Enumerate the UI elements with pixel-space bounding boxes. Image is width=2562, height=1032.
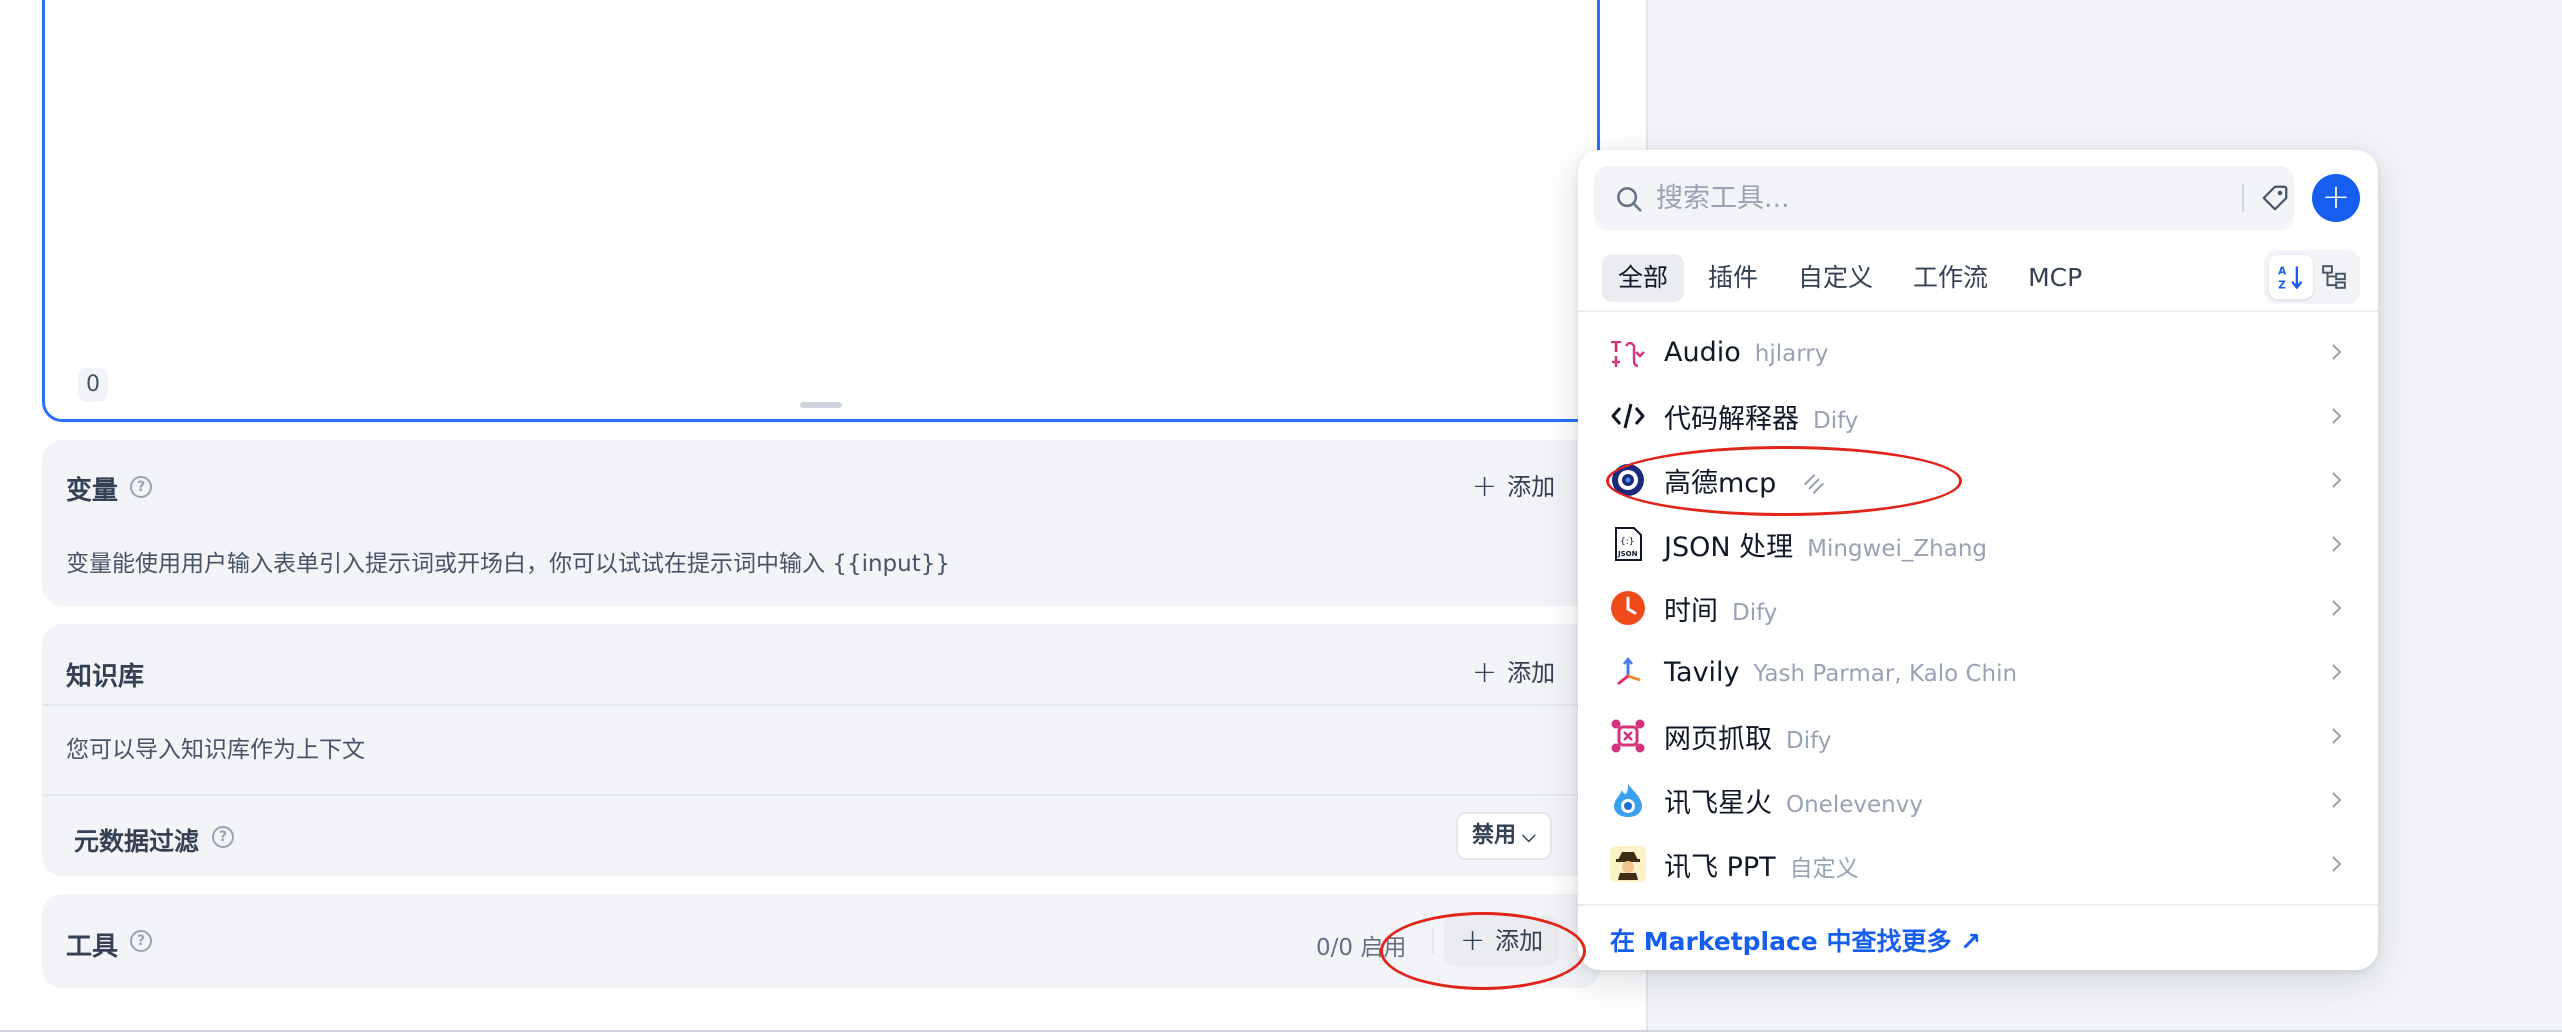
svg-text:T: T: [1611, 338, 1622, 356]
chevron-right-icon: [2332, 472, 2342, 488]
chevron-right-icon: [2332, 792, 2342, 808]
clock-icon: [1611, 591, 1645, 625]
tool-author: 自定义: [1789, 855, 1859, 882]
add-label: 添加: [1507, 659, 1556, 687]
svg-text:JSON: JSON: [1617, 550, 1638, 558]
tab-workflow[interactable]: 工作流: [1897, 254, 2004, 302]
tab-custom[interactable]: 自定义: [1782, 254, 1889, 302]
search-icon: [1617, 187, 1642, 212]
divider: [42, 704, 1600, 706]
divider: [1578, 904, 2378, 906]
tool-author: Dify: [1813, 407, 1859, 434]
tool-search-input[interactable]: [1656, 174, 2176, 222]
chevron-down-icon: ⌵: [1522, 826, 1536, 847]
variables-title: 变量: [66, 476, 119, 506]
tool-item[interactable]: 时间 Dify: [1578, 576, 2378, 640]
tool-name: 时间: [1664, 595, 1718, 627]
tab-all[interactable]: 全部: [1602, 254, 1685, 302]
tree-view-button[interactable]: [2312, 255, 2356, 299]
variables-panel: [42, 440, 1600, 606]
tool-name: 网页抓取: [1664, 723, 1772, 755]
tool-list: T Audio hjlarry 代码解释器 Dify 高德mcp {:} JSO…: [1578, 320, 2378, 896]
svg-text:A: A: [2278, 266, 2287, 278]
separator: [2242, 184, 2244, 212]
tools-title: 工具: [66, 932, 119, 962]
tool-category-tabs: 全部 插件 自定义 工作流 MCP: [1602, 254, 2098, 302]
marketplace-link[interactable]: 在 Marketplace 中查找更多 ↗: [1610, 922, 1981, 958]
audio-icon: T: [1611, 338, 1645, 368]
ppt-agent-icon: [1610, 846, 1646, 882]
divider: [1578, 310, 2378, 312]
chevron-right-icon: [2332, 856, 2342, 872]
tool-item[interactable]: 代码解释器 Dify: [1578, 384, 2378, 448]
help-icon[interactable]: ?: [212, 826, 234, 848]
tag-icon[interactable]: [2260, 183, 2290, 213]
tool-author: Mingwei_Zhang: [1807, 535, 1988, 562]
tool-author: Yash Parmar, Kalo Chin: [1753, 660, 2018, 687]
tool-item[interactable]: 讯飞 PPT 自定义: [1578, 832, 2378, 896]
metadata-filter-label: 元数据过滤: [74, 827, 200, 856]
add-variable-button[interactable]: + 添加: [1456, 462, 1571, 512]
annotation-ellipse: [1380, 912, 1586, 990]
tool-name: 讯飞星火: [1664, 787, 1772, 819]
tavily-icon: [1617, 656, 1641, 686]
char-counter: 0: [78, 368, 108, 402]
prompt-editor[interactable]: [42, 0, 1600, 422]
code-icon: [1611, 403, 1645, 429]
chevron-right-icon: [2332, 344, 2342, 360]
add-knowledge-button[interactable]: + 添加: [1456, 648, 1571, 698]
view-mode-toggle: A Z: [2264, 250, 2360, 304]
tool-name: Tavily: [1664, 656, 1740, 688]
metadata-filter-value: 禁用: [1472, 823, 1517, 848]
chevron-right-icon: [2332, 664, 2342, 680]
create-tool-button[interactable]: +: [2312, 174, 2360, 222]
tool-picker-popover: + 全部 插件 自定义 工作流 MCP A Z: [1578, 150, 2378, 970]
knowledge-title: 知识库: [66, 662, 145, 692]
tab-mcp[interactable]: MCP: [2012, 254, 2098, 302]
tool-name: 讯飞 PPT: [1664, 851, 1776, 883]
metadata-filter-select[interactable]: 禁用 ⌵: [1456, 812, 1552, 860]
tool-item[interactable]: T Audio hjlarry: [1578, 320, 2378, 384]
tool-search-box[interactable]: [1594, 166, 2294, 230]
chevron-right-icon: [2332, 408, 2342, 424]
list-view-button[interactable]: A Z: [2269, 255, 2313, 299]
tool-name: JSON 处理: [1664, 531, 1794, 563]
tool-name: Audio: [1664, 336, 1741, 368]
tool-author: Dify: [1732, 599, 1778, 626]
help-icon[interactable]: ?: [130, 476, 152, 498]
tool-author: Onelevenvy: [1786, 791, 1923, 818]
tool-author: Dify: [1786, 727, 1832, 754]
svg-text:Z: Z: [2278, 280, 2286, 291]
chevron-right-icon: [2332, 600, 2342, 616]
spark-icon: [1614, 784, 1642, 817]
svg-text:{:}: {:}: [1620, 537, 1634, 547]
tool-item[interactable]: 网页抓取 Dify: [1578, 704, 2378, 768]
help-icon[interactable]: ?: [130, 930, 152, 952]
plus-icon: +: [1472, 469, 1498, 504]
add-label: 添加: [1507, 473, 1556, 501]
divider: [42, 794, 1600, 796]
tool-author: hjlarry: [1754, 340, 1829, 367]
tool-item[interactable]: {:} JSON JSON 处理 Mingwei_Zhang: [1578, 512, 2378, 576]
tool-item[interactable]: 讯飞星火 Onelevenvy: [1578, 768, 2378, 832]
json-file-icon: {:} JSON: [1615, 527, 1642, 561]
chevron-right-icon: [2332, 728, 2342, 744]
editor-resize-handle[interactable]: [800, 402, 842, 408]
tab-plugins[interactable]: 插件: [1692, 254, 1774, 302]
knowledge-description: 您可以导入知识库作为上下文: [66, 737, 365, 763]
plus-icon: +: [1472, 655, 1498, 690]
annotation-ellipse: [1606, 446, 1962, 516]
variables-description: 变量能使用用户输入表单引入提示词或开场白，你可以试试在提示词中输入 {{inpu…: [66, 551, 951, 577]
sort-az-icon: A Z: [2278, 266, 2303, 291]
tool-name: 代码解释器: [1664, 403, 1799, 435]
tool-item[interactable]: Tavily Yash Parmar, Kalo Chin: [1578, 640, 2378, 704]
webscraper-icon: [1611, 719, 1645, 753]
tree-icon: [2322, 265, 2346, 289]
chevron-right-icon: [2332, 536, 2342, 552]
